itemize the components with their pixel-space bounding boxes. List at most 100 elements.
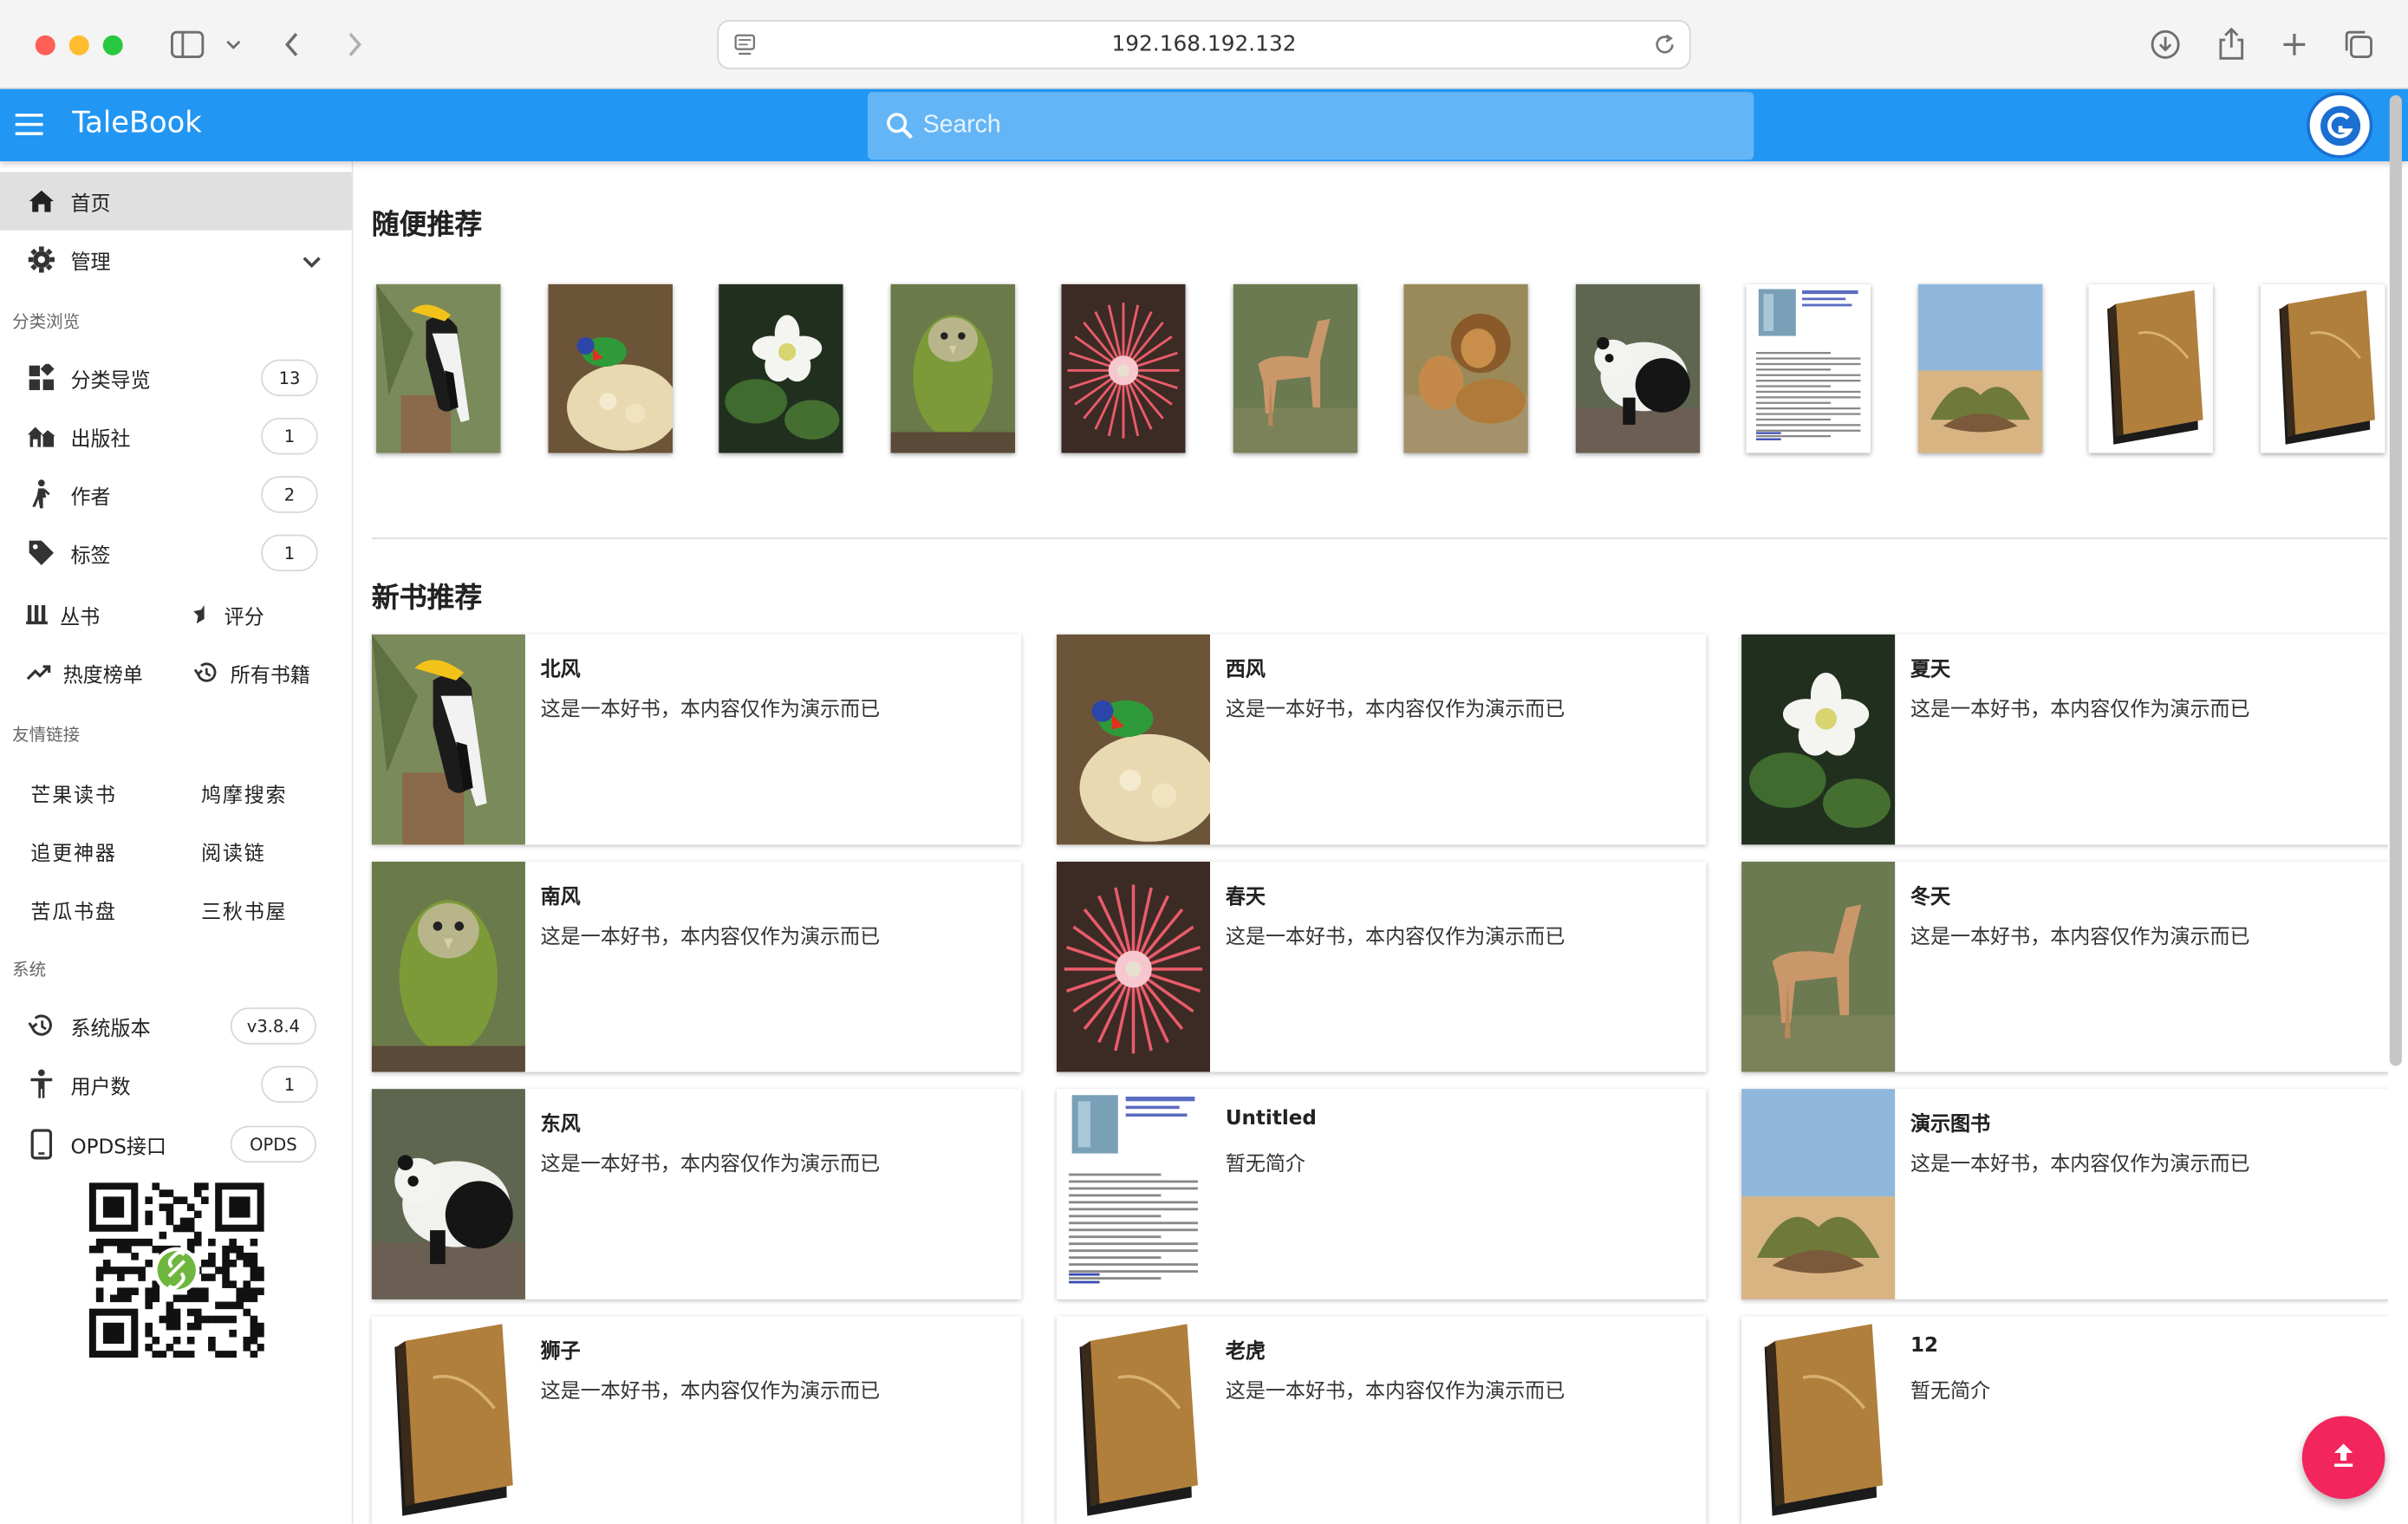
- friend-link-4[interactable]: 阅读链: [201, 837, 265, 867]
- nav-authors[interactable]: 作者 2: [0, 466, 352, 524]
- book-cover[interactable]: [371, 1089, 525, 1299]
- book-card[interactable]: 南风 这是一本好书，本内容仅作为演示而已: [371, 861, 1022, 1072]
- book-card[interactable]: 冬天 这是一本好书，本内容仅作为演示而已: [1741, 861, 2388, 1072]
- user-count-label: 用户数: [70, 1076, 131, 1099]
- random-book-thumbnail[interactable]: [547, 283, 673, 453]
- friend-link-2[interactable]: 鸠摩搜索: [201, 778, 287, 808]
- person-icon: [26, 1069, 56, 1099]
- book-card[interactable]: Untitled 暂无简介: [1056, 1089, 1707, 1299]
- book-title[interactable]: 冬天: [1910, 880, 1950, 909]
- back-icon[interactable]: [277, 24, 307, 64]
- zoom-window-button[interactable]: [102, 35, 123, 55]
- book-cover[interactable]: [371, 1316, 525, 1524]
- book-card[interactable]: 西风这是一本好书，本内容仅作为演示而已: [1056, 634, 1707, 845]
- book-cover[interactable]: [1056, 1089, 1211, 1299]
- book-title[interactable]: 春天: [1226, 880, 1266, 909]
- friend-link-1[interactable]: 芒果读书: [30, 778, 116, 808]
- random-book-thumbnail[interactable]: [1917, 283, 2042, 453]
- nav-home[interactable]: 首页: [0, 172, 352, 231]
- book-title[interactable]: 老虎: [1226, 1335, 1266, 1364]
- app-title[interactable]: TaleBook: [72, 106, 201, 140]
- book-title[interactable]: 西风: [1226, 653, 1266, 682]
- nav-all-books[interactable]: 所有书籍: [193, 649, 310, 695]
- friend-link-6[interactable]: 三秋书屋: [201, 896, 287, 925]
- random-book-thumbnail[interactable]: [2260, 283, 2385, 453]
- search-icon: [886, 112, 914, 146]
- book-description: 这是一本好书，本内容仅作为演示而已: [1225, 1380, 1565, 1404]
- book-card[interactable]: 北风 这是一本好书，本内容仅作为演示而已: [371, 634, 1022, 845]
- book-cover[interactable]: [1056, 861, 1211, 1072]
- nav-system-version[interactable]: 系统版本 v3.8.4: [0, 997, 352, 1055]
- opds-badge[interactable]: OPDS: [230, 1125, 316, 1163]
- random-book-thumbnail[interactable]: [719, 283, 843, 453]
- book-title[interactable]: 夏天: [1910, 653, 1950, 682]
- book-title[interactable]: 12: [1910, 1335, 1938, 1358]
- hamburger-menu-icon[interactable]: [14, 109, 44, 140]
- chevron-down-icon[interactable]: [301, 245, 322, 275]
- book-cover[interactable]: [371, 861, 525, 1072]
- nav-opds[interactable]: OPDS接口 OPDS: [0, 1115, 352, 1173]
- search-box[interactable]: [868, 92, 1754, 160]
- book-card[interactable]: 12 暂无简介: [1741, 1316, 2388, 1524]
- share-icon[interactable]: [2213, 24, 2250, 64]
- book-cover[interactable]: [1741, 1316, 1896, 1524]
- nav-rating[interactable]: 评分: [193, 591, 264, 637]
- address-bar[interactable]: 192.168.192.132: [717, 20, 1691, 69]
- book-title[interactable]: 东风: [541, 1107, 581, 1136]
- friend-link-3[interactable]: 追更神器: [30, 837, 116, 867]
- book-cover[interactable]: [1741, 634, 1896, 845]
- book-cover[interactable]: [371, 634, 525, 845]
- nav-hot[interactable]: 热度榜单: [26, 649, 143, 695]
- book-title[interactable]: 南风: [541, 880, 581, 909]
- nav-user-count[interactable]: 用户数 1: [0, 1055, 352, 1113]
- book-card[interactable]: 老虎这是一本好书，本内容仅作为演示而已: [1056, 1316, 1707, 1524]
- new-tab-icon[interactable]: [2276, 24, 2314, 64]
- random-book-thumbnail[interactable]: [1574, 283, 1700, 453]
- random-book-thumbnail[interactable]: [1403, 283, 1528, 453]
- chevron-down-icon[interactable]: [221, 24, 245, 64]
- book-cover[interactable]: [1741, 861, 1896, 1072]
- random-book-thumbnail[interactable]: [1746, 283, 1871, 453]
- reload-icon[interactable]: [1652, 32, 1676, 62]
- forward-icon[interactable]: [340, 24, 370, 64]
- book-card[interactable]: 东风这是一本好书，本内容仅作为演示而已: [371, 1089, 1022, 1299]
- minimize-window-button[interactable]: [68, 35, 89, 55]
- avatar[interactable]: [2307, 92, 2373, 159]
- nav-publishers[interactable]: 出版社 1: [0, 407, 352, 466]
- download-icon[interactable]: [2147, 24, 2184, 64]
- nav-publishers-label: 出版社: [70, 427, 131, 451]
- book-cover[interactable]: [1741, 1089, 1896, 1299]
- nav-categories[interactable]: 分类导览 13: [0, 348, 352, 407]
- page-scrollbar[interactable]: [2389, 94, 2402, 1066]
- nav-tags[interactable]: 标签 1: [0, 524, 352, 582]
- browser-toolbar: 192.168.192.132: [0, 0, 2408, 89]
- random-book-thumbnail[interactable]: [889, 283, 1015, 453]
- random-book-thumbnail[interactable]: [2088, 283, 2214, 453]
- book-title[interactable]: 演示图书: [1910, 1107, 1990, 1136]
- book-description: 这是一本好书，本内容仅作为演示而已: [1225, 699, 1565, 722]
- book-card[interactable]: 狮子 这是一本好书，本内容仅作为演示而已: [371, 1316, 1022, 1524]
- book-title[interactable]: 狮子: [541, 1335, 581, 1364]
- new-section-title: 新书推荐: [371, 582, 483, 615]
- book-title[interactable]: 北风: [541, 653, 581, 682]
- random-book-thumbnail[interactable]: [1232, 283, 1357, 453]
- system-version-label: 系统版本: [70, 1017, 151, 1041]
- book-title[interactable]: Untitled: [1226, 1107, 1317, 1130]
- random-book-thumbnail[interactable]: [1061, 283, 1186, 453]
- tab-overview-icon[interactable]: [2340, 24, 2378, 64]
- system-version-badge: v3.8.4: [230, 1007, 316, 1045]
- book-cover[interactable]: [1056, 1316, 1211, 1524]
- close-window-button[interactable]: [35, 35, 55, 55]
- friend-link-5[interactable]: 苦瓜书盘: [30, 896, 116, 925]
- book-cover[interactable]: [1056, 634, 1211, 845]
- book-card[interactable]: 夏天 这是一本好书，本内容仅作为演示而已: [1741, 634, 2388, 845]
- sidebar-toggle-icon[interactable]: [169, 24, 206, 64]
- random-book-thumbnail[interactable]: [376, 283, 501, 453]
- book-card[interactable]: 春天 这是一本好书，本内容仅作为演示而已: [1056, 861, 1707, 1072]
- nav-manage[interactable]: 管理: [0, 231, 352, 289]
- book-card[interactable]: 演示图书 这是一本好书，本内容仅作为演示而已: [1741, 1089, 2388, 1299]
- upload-button[interactable]: [2301, 1416, 2385, 1500]
- nav-series[interactable]: 丛书: [26, 591, 100, 637]
- book-description: 这是一本好书，本内容仅作为演示而已: [540, 1153, 881, 1177]
- search-input[interactable]: [922, 107, 1722, 145]
